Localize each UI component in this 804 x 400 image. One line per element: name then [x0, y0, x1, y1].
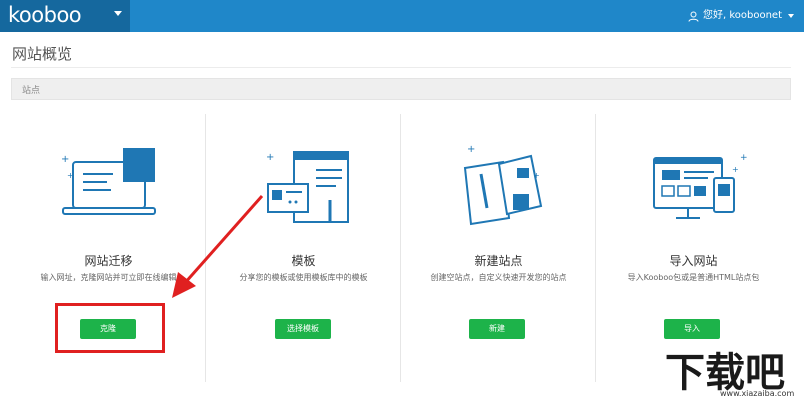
caret-down-icon — [788, 14, 794, 18]
template-icon: + — [266, 151, 349, 223]
download-bar-logo-icon: 下载吧 — [665, 348, 785, 396]
chevron-down-icon[interactable] — [114, 11, 122, 16]
section-label: 站点 — [22, 86, 41, 96]
svg-text:+: + — [266, 152, 274, 163]
card-description: 分享您的模板或使用模板库中的模板 — [239, 273, 368, 282]
card-title: 网站迁移 — [84, 254, 133, 268]
import-button[interactable]: 导入 — [664, 319, 720, 339]
card-description: 创建空站点，自定义快速开发您的站点 — [430, 273, 567, 282]
card-new-site: + + 新建站点 创建空站点，自定义快速开发您的站点 新建 — [401, 114, 596, 382]
laptop-clone-icon: + + — [61, 148, 156, 215]
svg-text:+: + — [740, 153, 748, 163]
kooboo-logo: kooboo — [8, 3, 82, 27]
new-site-button[interactable]: 新建 — [469, 319, 525, 339]
user-greeting: 您好, kooboonet — [702, 10, 782, 21]
new-site-icon: + + — [463, 144, 543, 226]
svg-text:+: + — [467, 144, 475, 155]
page-title: 网站概览 — [12, 45, 73, 63]
card-title: 新建站点 — [474, 254, 523, 268]
card-title: 模板 — [291, 254, 316, 268]
choose-template-button[interactable]: 选择模板 — [275, 319, 331, 339]
card-templates: + 模板 分享您的模板或使用模板库中的模板 选择模板 — [206, 114, 401, 382]
brand-menu[interactable]: kooboo — [0, 0, 130, 32]
app-window: kooboo 您好, kooboonet 网站概览 站点 + + 网站迁移 输入… — [0, 0, 804, 400]
svg-text:下载吧: 下载吧 — [665, 350, 785, 394]
card-import-site: + + 导入网站 导入Kooboo包或是普通HTML站点包 导入 — [596, 114, 791, 382]
annotation-highlight-box — [55, 303, 165, 353]
import-site-icon: + + — [653, 153, 748, 219]
top-nav-bar: kooboo 您好, kooboonet — [0, 0, 804, 32]
divider — [11, 67, 791, 68]
watermark-site: www.xiazaiba.com — [720, 389, 795, 398]
svg-text:+: + — [732, 165, 739, 174]
section-header: 站点 — [11, 78, 791, 100]
user-icon — [688, 11, 699, 22]
card-description: 导入Kooboo包或是普通HTML站点包 — [627, 273, 760, 282]
svg-text:+: + — [61, 154, 69, 165]
card-title: 导入网站 — [669, 254, 718, 268]
user-menu[interactable]: 您好, kooboonet — [688, 8, 794, 24]
card-description: 输入网址，克隆网站并可立即在线编辑 — [40, 273, 177, 282]
